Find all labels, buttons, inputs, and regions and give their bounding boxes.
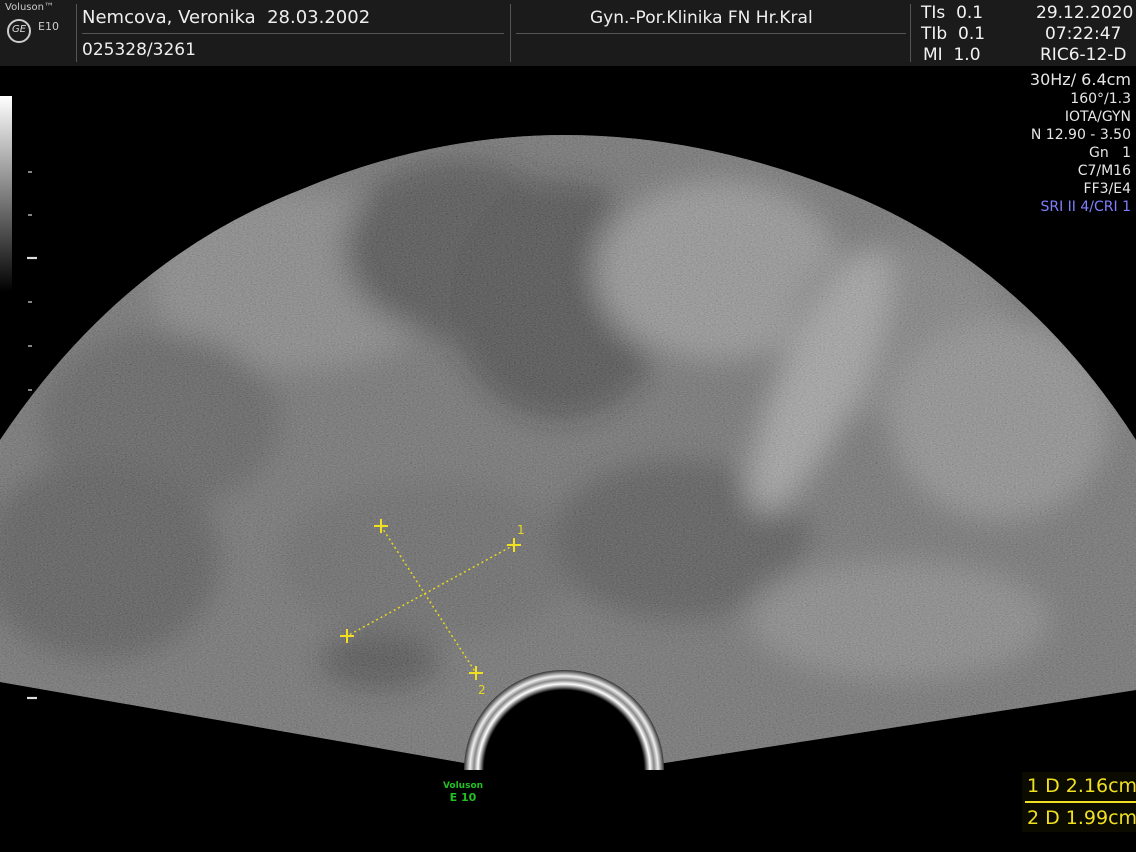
- clinic-name: Gyn.-Por.Klinika FN Hr.Kral: [590, 8, 813, 28]
- mi-value: MI 1.0: [923, 45, 981, 65]
- tis-value: TIs 0.1: [921, 3, 984, 23]
- watermark-line2: E 10: [449, 791, 477, 804]
- caliper-1-label: 1: [517, 523, 525, 537]
- brand-model: E10: [38, 20, 59, 33]
- measurement-1: 1 D 2.16cm: [1027, 775, 1136, 797]
- ge-logo-icon: GE: [7, 19, 31, 43]
- divider: [910, 4, 911, 62]
- patient-name: Nemcova, Veronika 28.03.2002: [82, 7, 371, 28]
- ultrasound-image[interactable]: 1 2: [0, 66, 1136, 786]
- divider: [82, 33, 504, 34]
- exam-date: 29.12.2020: [1036, 3, 1134, 23]
- divider: [516, 33, 906, 34]
- patient-id: 025328/3261: [82, 40, 196, 60]
- voluson-watermark: Voluson E 10: [436, 780, 490, 804]
- divider: [1025, 801, 1136, 803]
- divider: [76, 4, 77, 62]
- probe-name: RIC6-12-D: [1040, 45, 1127, 65]
- measurement-results: 1 D 2.16cm 2 D 1.99cm: [1022, 772, 1136, 832]
- divider: [510, 4, 511, 62]
- measurement-2: 2 D 1.99cm: [1027, 807, 1136, 829]
- tib-value: TIb 0.1: [921, 24, 986, 44]
- header-bar: Voluson™ GE E10 Nemcova, Veronika 28.03.…: [0, 0, 1136, 66]
- ge-logo-text: GE: [11, 24, 27, 35]
- brand-name: Voluson™: [5, 2, 54, 13]
- caliper-2-label: 2: [478, 683, 486, 697]
- exam-time: 07:22:47: [1045, 24, 1122, 44]
